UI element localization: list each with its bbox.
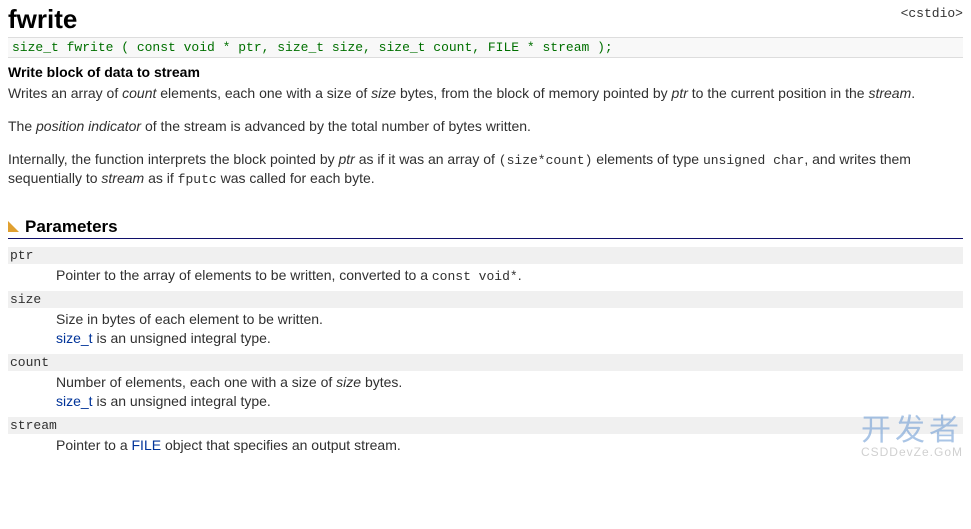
parameters-heading: Parameters xyxy=(8,217,963,239)
file-link[interactable]: FILE xyxy=(132,437,162,453)
text: to the current position in the xyxy=(688,85,869,101)
text: of the stream is advanced by the total n… xyxy=(141,118,531,134)
text: Pointer to the array of elements to be w… xyxy=(56,267,432,283)
triangle-icon xyxy=(8,221,19,232)
description-p1: Writes an array of count elements, each … xyxy=(8,84,963,103)
text: Size in bytes of each element to be writ… xyxy=(56,311,323,327)
param-name-size: size xyxy=(8,291,963,308)
function-name: fwrite xyxy=(8,4,77,35)
parameters-list: ptr Pointer to the array of elements to … xyxy=(8,247,963,455)
text: is an unsigned integral type. xyxy=(93,393,271,409)
text: object that specifies an output stream. xyxy=(161,437,401,453)
text: elements of type xyxy=(592,151,703,167)
size-t-link[interactable]: size_t xyxy=(56,330,93,346)
header-include: <cstdio> xyxy=(901,4,963,21)
code-fputc: fputc xyxy=(178,172,217,187)
text: Internally, the function interprets the … xyxy=(8,151,339,167)
text: was called for each byte. xyxy=(217,170,375,186)
text: bytes, from the block of memory pointed … xyxy=(396,85,671,101)
size-t-link[interactable]: size_t xyxy=(56,393,93,409)
text: . xyxy=(518,267,522,283)
param-name-ptr: ptr xyxy=(8,247,963,264)
code-const-void: const void* xyxy=(432,269,518,284)
text: Number of elements, each one with a size… xyxy=(56,374,336,390)
text: . xyxy=(911,85,915,101)
text: is an unsigned integral type. xyxy=(93,330,271,346)
text: Pointer to a xyxy=(56,437,132,453)
em-position-indicator: position indicator xyxy=(36,118,141,134)
text: as if xyxy=(144,170,177,186)
em-count: count xyxy=(122,85,156,101)
text: as if it was an array of xyxy=(355,151,499,167)
text: bytes. xyxy=(361,374,402,390)
param-name-stream: stream xyxy=(8,417,963,434)
em-ptr: ptr xyxy=(339,151,355,167)
em-size: size xyxy=(336,374,361,390)
em-stream: stream xyxy=(868,85,911,101)
code-uchar: unsigned char xyxy=(703,153,804,168)
em-stream: stream xyxy=(101,170,144,186)
param-desc-size: Size in bytes of each element to be writ… xyxy=(56,310,963,348)
text: elements, each one with a size of xyxy=(156,85,371,101)
param-desc-count: Number of elements, each one with a size… xyxy=(56,373,963,411)
description-p2: The position indicator of the stream is … xyxy=(8,117,963,136)
param-desc-ptr: Pointer to the array of elements to be w… xyxy=(56,266,963,286)
parameters-title: Parameters xyxy=(25,217,118,237)
code-expr: (size*count) xyxy=(499,153,593,168)
param-desc-stream: Pointer to a FILE object that specifies … xyxy=(56,436,963,455)
function-signature: size_t fwrite ( const void * ptr, size_t… xyxy=(8,37,963,58)
text: Writes an array of xyxy=(8,85,122,101)
subtitle: Write block of data to stream xyxy=(8,64,963,80)
text: The xyxy=(8,118,36,134)
em-size: size xyxy=(371,85,396,101)
param-name-count: count xyxy=(8,354,963,371)
header-row: fwrite <cstdio> xyxy=(8,4,963,35)
em-ptr: ptr xyxy=(672,85,688,101)
description-p3: Internally, the function interprets the … xyxy=(8,150,963,189)
